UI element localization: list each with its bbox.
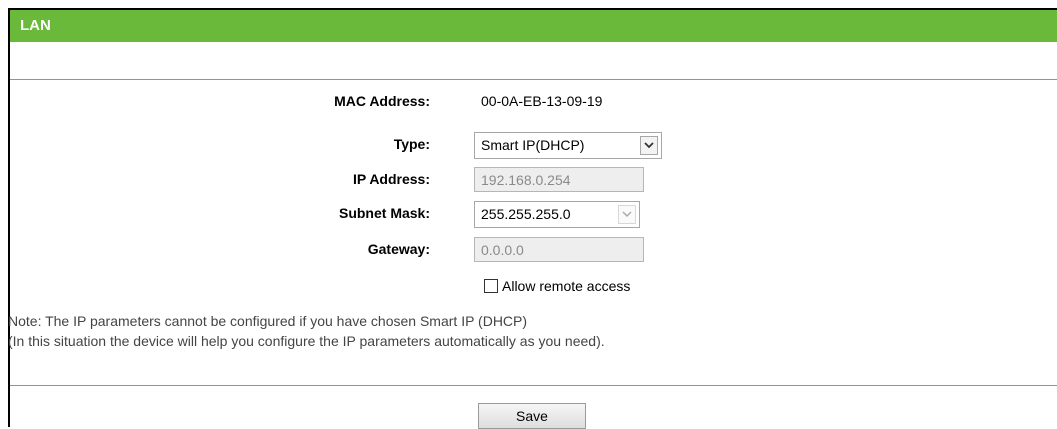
mac-address-label: MAC Address: xyxy=(334,93,430,109)
allow-remote-access-checkbox[interactable] xyxy=(484,279,498,293)
subnet-mask-select[interactable]: 255.255.255.0 xyxy=(474,201,640,228)
save-button[interactable]: Save xyxy=(478,403,586,429)
type-select[interactable]: Smart IP(DHCP) xyxy=(474,132,662,159)
chevron-down-icon[interactable] xyxy=(640,136,658,155)
divider-top xyxy=(10,79,1057,80)
gateway-label: Gateway: xyxy=(367,241,430,257)
type-label: Type: xyxy=(393,136,430,152)
subnet-mask-select-value: 255.255.255.0 xyxy=(481,206,571,222)
ip-address-label: IP Address: xyxy=(352,171,430,187)
divider-bottom xyxy=(10,385,1057,386)
gateway-field[interactable]: 0.0.0.0 xyxy=(474,237,644,262)
subnet-mask-label: Subnet Mask: xyxy=(338,205,430,221)
allow-remote-access-label[interactable]: Allow remote access xyxy=(502,278,630,294)
note-line-2: (In this situation the device will help … xyxy=(8,333,605,349)
panel-title: LAN xyxy=(20,17,51,34)
type-select-value: Smart IP(DHCP) xyxy=(481,137,585,153)
mac-address-value: 00-0A-EB-13-09-19 xyxy=(481,93,603,109)
ip-address-field[interactable]: 192.168.0.254 xyxy=(474,167,644,192)
chevron-down-icon[interactable] xyxy=(618,205,636,224)
note-line-1: Note: The IP parameters cannot be config… xyxy=(8,313,528,329)
panel-header: LAN xyxy=(10,10,1057,42)
